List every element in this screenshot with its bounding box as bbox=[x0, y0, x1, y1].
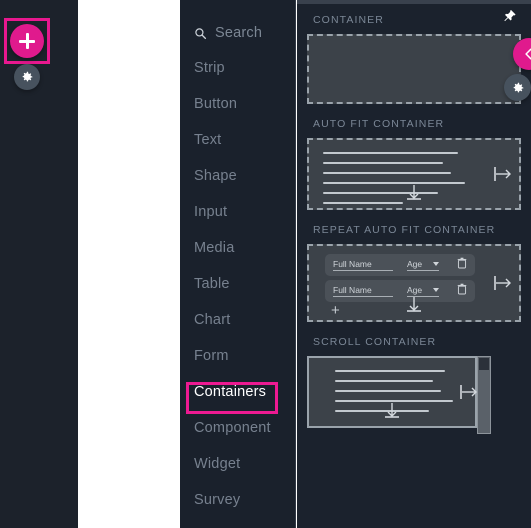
content-line bbox=[323, 152, 458, 154]
plus-icon bbox=[19, 33, 35, 49]
sidebar-item-chart[interactable]: Chart bbox=[180, 302, 295, 338]
fit-horizontal-arrow-icon bbox=[493, 166, 513, 182]
sidebar-item-text[interactable]: Text bbox=[180, 122, 295, 158]
fit-vertical-arrow-icon bbox=[406, 295, 422, 318]
sidebar-item-label: Input bbox=[194, 204, 228, 220]
scroll-up-arrow-icon[interactable] bbox=[479, 358, 489, 370]
content-line bbox=[335, 390, 441, 392]
sidebar-item-label: Component bbox=[194, 420, 271, 436]
repeat-row[interactable]: Full Name Age bbox=[325, 280, 475, 302]
repeat-auto-fit-container-preview[interactable]: Full Name Age Full Name Age + bbox=[307, 244, 521, 322]
fit-horizontal-arrow-icon bbox=[493, 275, 513, 291]
gear-icon bbox=[513, 82, 523, 92]
sidebar-item-media[interactable]: Media bbox=[180, 230, 295, 266]
add-row-button[interactable]: + bbox=[331, 303, 340, 318]
sidebar-item-label: Strip bbox=[194, 60, 225, 76]
age-label: Age bbox=[407, 259, 423, 269]
sidebar-item-containers[interactable]: Containers bbox=[180, 374, 295, 410]
fit-vertical-arrow-icon bbox=[406, 183, 422, 206]
sidebar-item-label: Chart bbox=[194, 312, 231, 328]
sidebar-item-label: Media bbox=[194, 240, 235, 256]
sidebar-item-label: Shape bbox=[194, 168, 237, 184]
sidebar-item-form[interactable]: Form bbox=[180, 338, 295, 374]
content-line bbox=[335, 370, 445, 372]
preview-scrollbar[interactable] bbox=[477, 356, 491, 434]
scroll-container-preview[interactable] bbox=[307, 356, 491, 434]
section-title: AUTO FIT CONTAINER bbox=[313, 118, 445, 130]
delete-row-button[interactable] bbox=[457, 256, 467, 274]
container-preview[interactable] bbox=[307, 34, 521, 104]
age-label: Age bbox=[407, 285, 423, 295]
sidebar-item-button[interactable]: Button bbox=[180, 86, 295, 122]
sidebar-item-label: Survey bbox=[194, 492, 241, 508]
section-repeat-auto-fit-container: REPEAT AUTO FIT CONTAINER Full Name Age bbox=[297, 224, 531, 322]
content-line bbox=[335, 410, 429, 412]
search-label: Search bbox=[215, 25, 263, 41]
add-element-button[interactable] bbox=[10, 24, 44, 58]
section-auto-fit-container: AUTO FIT CONTAINER bbox=[297, 118, 531, 210]
content-line bbox=[323, 182, 465, 184]
sidebar-item-input[interactable]: Input bbox=[180, 194, 295, 230]
sidebar-item-strip[interactable]: Strip bbox=[180, 50, 295, 86]
content-line bbox=[335, 380, 433, 382]
age-dropdown[interactable]: Age bbox=[407, 259, 439, 271]
content-line bbox=[323, 202, 403, 204]
delete-row-button[interactable] bbox=[457, 282, 467, 300]
sidebar-item-table[interactable]: Table bbox=[180, 266, 295, 302]
element-category-sidebar[interactable]: Search Strip Button Text Shape Input Med… bbox=[180, 0, 296, 528]
chevron-left-icon bbox=[525, 48, 531, 60]
fit-horizontal-arrow-icon bbox=[459, 384, 479, 400]
search-field[interactable]: Search bbox=[180, 16, 295, 50]
sidebar-item-widget[interactable]: Widget bbox=[180, 446, 295, 482]
panel-settings-button[interactable] bbox=[504, 74, 531, 101]
chevron-down-icon bbox=[433, 288, 439, 292]
full-name-field[interactable]: Full Name bbox=[333, 259, 393, 271]
content-line bbox=[323, 172, 451, 174]
container-components-panel[interactable]: CONTAINER AUTO FIT CONTAINER REPEAT AUTO… bbox=[297, 0, 531, 528]
sidebar-item-label: Button bbox=[194, 96, 238, 112]
fit-vertical-arrow-icon bbox=[384, 401, 400, 424]
section-title: SCROLL CONTAINER bbox=[313, 336, 437, 348]
pin-panel-button[interactable] bbox=[502, 8, 517, 29]
auto-fit-container-preview[interactable] bbox=[307, 138, 521, 210]
sidebar-item-component[interactable]: Component bbox=[180, 410, 295, 446]
repeat-row[interactable]: Full Name Age bbox=[325, 254, 475, 276]
section-container: CONTAINER bbox=[297, 14, 531, 104]
app-root: Search Strip Button Text Shape Input Med… bbox=[0, 0, 531, 528]
section-scroll-container: SCROLL CONTAINER bbox=[297, 336, 531, 434]
sidebar-item-label: Form bbox=[194, 348, 229, 364]
pushpin-icon bbox=[504, 9, 516, 22]
search-icon bbox=[194, 27, 207, 40]
sidebar-item-shape[interactable]: Shape bbox=[180, 158, 295, 194]
sidebar-item-label: Widget bbox=[194, 456, 241, 472]
sidebar-item-label: Text bbox=[194, 132, 222, 148]
sidebar-item-label: Table bbox=[194, 276, 230, 292]
chevron-down-icon bbox=[433, 262, 439, 266]
sidebar-item-survey[interactable]: Survey bbox=[180, 482, 295, 518]
panel-top-divider bbox=[297, 0, 531, 4]
section-title: CONTAINER bbox=[313, 14, 384, 26]
canvas-settings-button[interactable] bbox=[14, 64, 40, 90]
full-name-field[interactable]: Full Name bbox=[333, 285, 393, 297]
editor-canvas[interactable] bbox=[0, 0, 180, 528]
sidebar-item-label: Containers bbox=[194, 384, 267, 400]
content-line bbox=[323, 162, 443, 164]
gear-icon bbox=[22, 71, 33, 82]
section-title: REPEAT AUTO FIT CONTAINER bbox=[313, 224, 496, 236]
